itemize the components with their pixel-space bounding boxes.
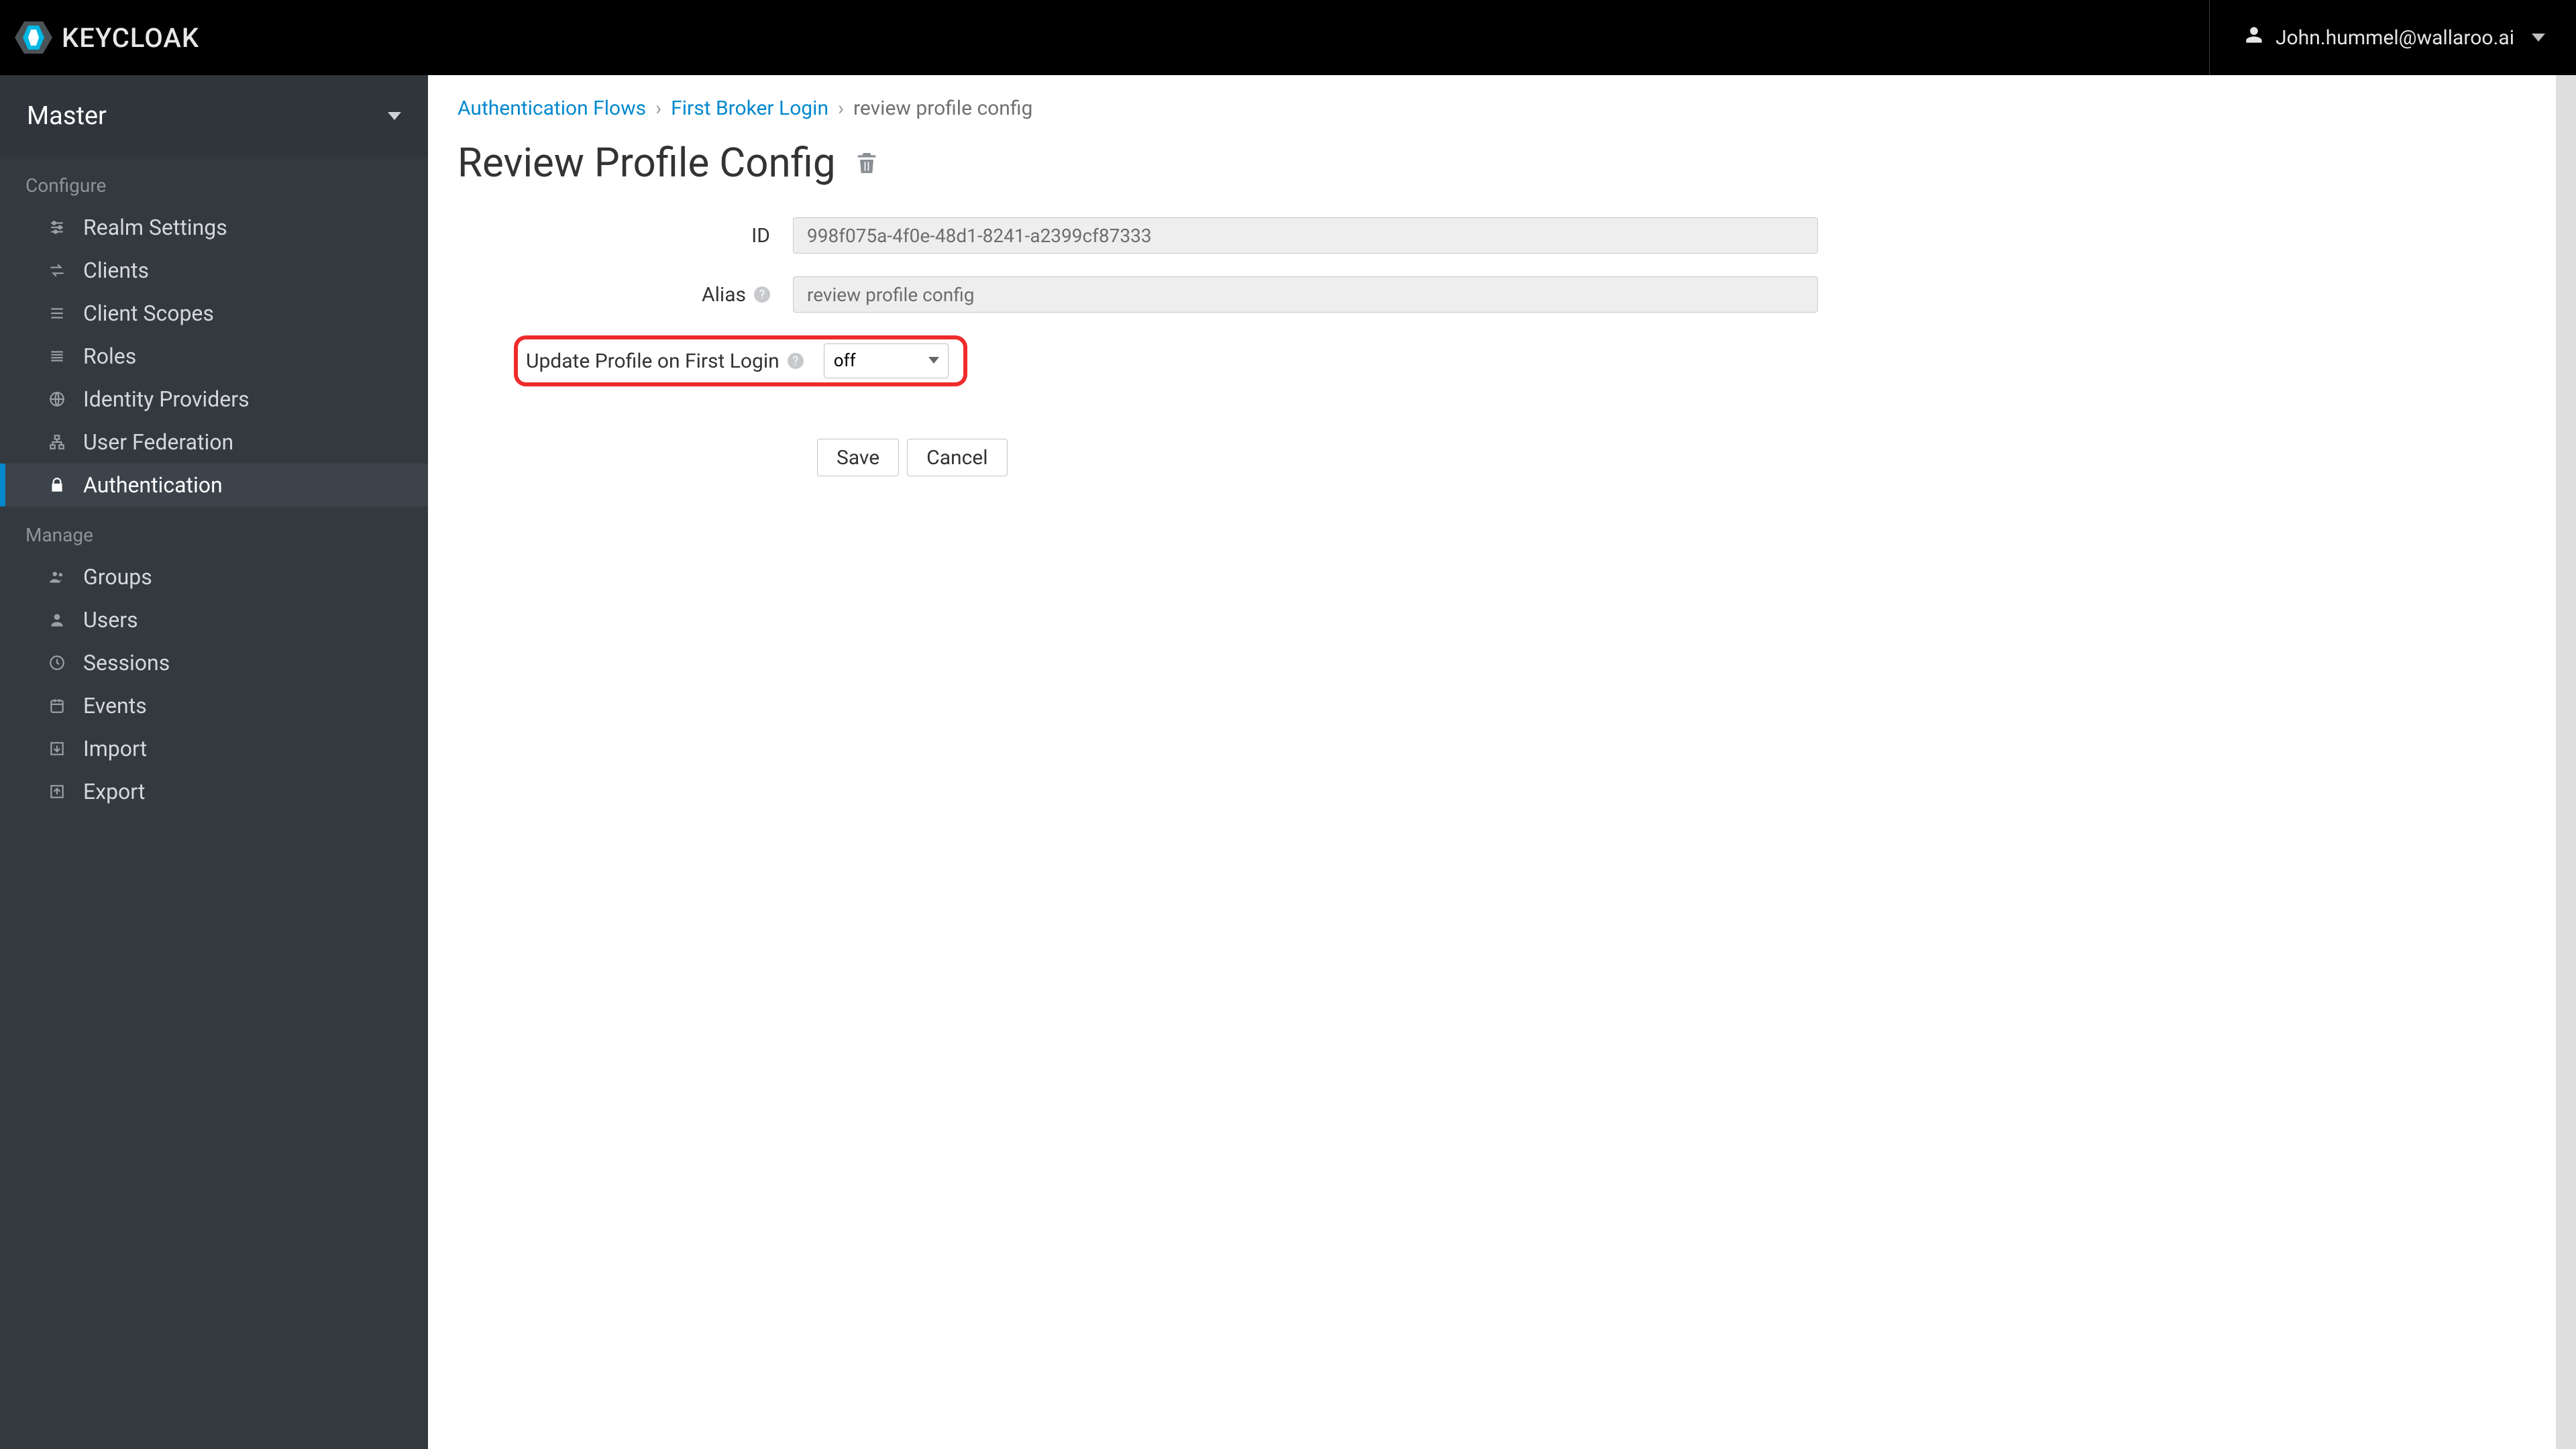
sidebar-item-label: Users — [83, 607, 138, 633]
sidebar-item-import[interactable]: Import — [0, 727, 428, 770]
sidebar-item-identity-providers[interactable]: Identity Providers — [0, 378, 428, 421]
alias-field[interactable] — [793, 276, 1818, 313]
sidebar-item-groups[interactable]: Groups — [0, 555, 428, 598]
sidebar-item-label: User Federation — [83, 429, 233, 455]
sitemap-icon — [47, 432, 67, 452]
sidebar-item-roles[interactable]: Roles — [0, 335, 428, 378]
sidebar-item-label: Authentication — [83, 472, 223, 498]
calendar-icon — [47, 696, 67, 716]
list-icon — [47, 303, 67, 323]
users-icon — [47, 567, 67, 587]
sliders-icon — [47, 217, 67, 237]
sidebar-item-realm-settings[interactable]: Realm Settings — [0, 206, 428, 249]
realm-selector[interactable]: Master — [0, 75, 428, 157]
import-icon — [47, 739, 67, 759]
sidebar-item-export[interactable]: Export — [0, 770, 428, 813]
clock-icon — [47, 653, 67, 673]
sidebar-item-label: Identity Providers — [83, 386, 250, 412]
sidebar-item-clients[interactable]: Clients — [0, 249, 428, 292]
id-label: ID — [751, 224, 770, 248]
brand-name: KEYCLOAK — [62, 22, 199, 54]
page-title: Review Profile Config — [458, 139, 836, 186]
scrollbar[interactable] — [2556, 75, 2576, 1449]
keycloak-logo-icon — [15, 19, 52, 56]
sidebar-group-manage: Manage — [0, 506, 428, 555]
config-form: ID Alias ? Update Profile on First Login… — [455, 217, 2549, 476]
help-icon[interactable]: ? — [754, 286, 770, 303]
sidebar-item-label: Clients — [83, 258, 149, 283]
sidebar-item-sessions[interactable]: Sessions — [0, 641, 428, 684]
sidebar-item-events[interactable]: Events — [0, 684, 428, 727]
lock-icon — [47, 475, 67, 495]
main-content: Authentication Flows › First Broker Logi… — [428, 75, 2576, 1449]
sidebar-item-label: Sessions — [83, 650, 170, 676]
sidebar-item-user-federation[interactable]: User Federation — [0, 421, 428, 464]
sidebar: Master Configure Realm Settings Clients … — [0, 75, 428, 1449]
sidebar-item-authentication[interactable]: Authentication — [0, 464, 428, 506]
delete-button[interactable] — [853, 150, 880, 176]
breadcrumb-sep: › — [655, 97, 661, 120]
brand[interactable]: KEYCLOAK — [15, 19, 199, 56]
user-display: John.hummel@wallaroo.ai — [2275, 26, 2514, 50]
sidebar-item-label: Client Scopes — [83, 301, 214, 326]
export-icon — [47, 782, 67, 802]
breadcrumb-first-broker-login[interactable]: First Broker Login — [671, 97, 828, 120]
sidebar-item-label: Groups — [83, 564, 152, 590]
alias-label: Alias — [702, 283, 746, 307]
sidebar-item-label: Realm Settings — [83, 215, 227, 240]
update-profile-select[interactable]: off — [824, 343, 949, 378]
id-field[interactable] — [793, 217, 1818, 254]
breadcrumb: Authentication Flows › First Broker Logi… — [455, 97, 2549, 120]
sidebar-item-client-scopes[interactable]: Client Scopes — [0, 292, 428, 335]
breadcrumb-sep: › — [838, 97, 844, 120]
breadcrumb-auth-flows[interactable]: Authentication Flows — [458, 97, 646, 120]
help-icon[interactable]: ? — [788, 353, 804, 369]
user-menu[interactable]: John.hummel@wallaroo.ai — [2209, 0, 2576, 75]
sidebar-item-label: Roles — [83, 343, 136, 369]
swap-icon — [47, 260, 67, 280]
stack-icon — [47, 346, 67, 366]
cancel-button[interactable]: Cancel — [907, 439, 1007, 476]
topbar: KEYCLOAK John.hummel@wallaroo.ai — [0, 0, 2576, 75]
breadcrumb-current: review profile config — [853, 97, 1032, 120]
chevron-down-icon — [388, 112, 401, 120]
sidebar-group-configure: Configure — [0, 157, 428, 206]
globe-icon — [47, 389, 67, 409]
update-profile-label: Update Profile on First Login — [526, 350, 780, 373]
user-icon — [2245, 25, 2263, 50]
sidebar-item-label: Export — [83, 779, 145, 804]
sidebar-item-label: Import — [83, 736, 147, 761]
save-button[interactable]: Save — [817, 439, 899, 476]
update-profile-highlight: Update Profile on First Login ? off — [514, 335, 967, 386]
sidebar-item-label: Events — [83, 693, 147, 718]
user-icon — [47, 610, 67, 630]
scrollbar-thumb[interactable] — [2556, 75, 2576, 1449]
realm-name: Master — [27, 101, 107, 131]
chevron-down-icon — [2532, 34, 2545, 42]
sidebar-item-users[interactable]: Users — [0, 598, 428, 641]
